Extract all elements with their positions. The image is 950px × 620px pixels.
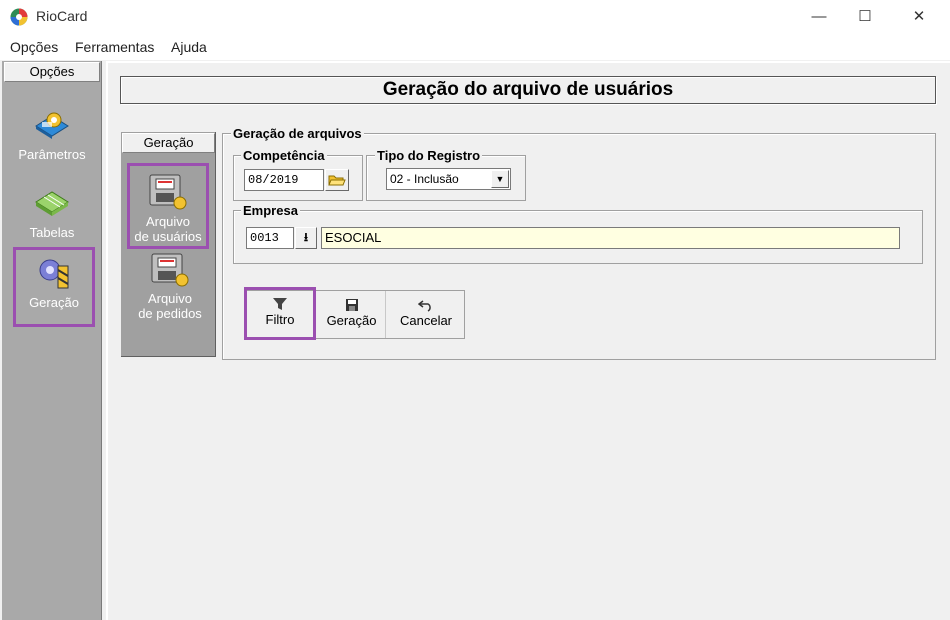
parameters-icon xyxy=(35,112,69,139)
menu-opcoes[interactable]: Opções xyxy=(10,39,58,55)
nav-item-line2: de pedidos xyxy=(138,306,202,321)
sidebar-item-tabelas[interactable]: Tabelas xyxy=(9,186,95,240)
sidebar-item-parametros[interactable]: Parâmetros xyxy=(9,108,95,162)
nav-item-arquivo-pedidos[interactable]: Arquivo de pedidos xyxy=(130,250,210,321)
empresa-lookup-button[interactable]: ⭳ xyxy=(295,227,317,249)
tipo-registro-label: Tipo do Registro xyxy=(375,148,483,163)
nav-item-line2: de usuários xyxy=(134,229,202,244)
geracao-button[interactable]: Geração xyxy=(318,291,386,338)
nav-item-arquivo-usuarios[interactable]: Arquivo de usuários xyxy=(127,163,209,249)
empresa-label: Empresa xyxy=(241,203,300,218)
nav-item-line1: Arquivo xyxy=(145,214,191,229)
dropdown-arrow-icon[interactable]: ▼ xyxy=(491,170,509,188)
maximize-button[interactable]: ☐ xyxy=(842,0,888,32)
generation-icon xyxy=(39,259,69,289)
tipo-registro-select[interactable]: 02 - Inclusão ▼ xyxy=(386,168,511,190)
empresa-code-field[interactable]: 0013 xyxy=(246,227,294,249)
minimize-button[interactable]: — xyxy=(796,0,842,32)
competencia-field[interactable]: 08/2019 xyxy=(244,169,324,191)
geracao-label: Geração xyxy=(326,313,377,328)
group-title: Geração de arquivos xyxy=(231,126,364,141)
sidebar-item-label: Parâmetros xyxy=(18,147,86,162)
folder-open-icon xyxy=(328,175,346,186)
filter-icon xyxy=(273,298,287,310)
tab-geracao[interactable]: Geração xyxy=(122,133,215,153)
page-title: Geração do arquivo de usuários xyxy=(120,76,936,104)
sidebar-header: Opções xyxy=(4,62,100,82)
window-title: RioCard xyxy=(36,8,88,24)
filtro-label: Filtro xyxy=(265,312,295,327)
competencia-label: Competência xyxy=(241,148,327,163)
sidebar-item-geracao[interactable]: Geração xyxy=(13,247,95,327)
tables-icon xyxy=(35,191,69,216)
app-logo-icon xyxy=(10,8,28,26)
nav-item-line1: Arquivo xyxy=(147,291,193,306)
sidebar-item-label: Geração xyxy=(29,295,79,310)
sidebar-item-label: Tabelas xyxy=(29,225,75,240)
empresa-name-field[interactable]: ESOCIAL xyxy=(321,227,900,249)
tipo-registro-value: 02 - Inclusão xyxy=(390,172,459,186)
download-arrow-icon: ⭳ xyxy=(303,229,309,244)
save-icon xyxy=(345,299,358,311)
menu-ajuda[interactable]: Ajuda xyxy=(171,39,207,55)
open-folder-button[interactable] xyxy=(325,169,349,191)
menu-ferramentas[interactable]: Ferramentas xyxy=(75,39,154,55)
cancelar-button[interactable]: Cancelar xyxy=(389,291,463,338)
cancelar-label: Cancelar xyxy=(399,313,453,328)
filtro-button[interactable]: Filtro xyxy=(244,287,316,340)
undo-icon xyxy=(418,300,431,312)
file-orders-icon xyxy=(151,253,189,287)
close-button[interactable]: ✕ xyxy=(896,0,942,32)
file-users-icon xyxy=(149,174,187,210)
